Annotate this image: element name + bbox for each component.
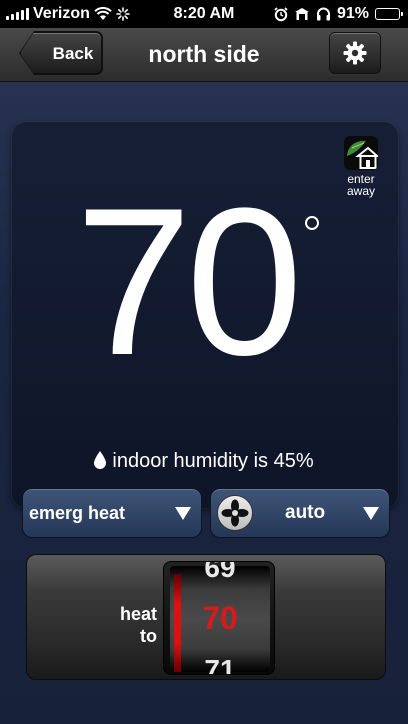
nav-bar: Back north side	[0, 28, 408, 82]
status-right: 91%	[274, 5, 403, 23]
mode-dropdown[interactable]: emerg heat	[22, 488, 202, 538]
heat-label-line-1: heat	[119, 604, 157, 624]
setpoint-roller[interactable]: 69 70 71	[163, 561, 275, 675]
degree-symbol	[305, 216, 319, 230]
fan-icon	[217, 495, 253, 531]
away-label-line-2: away	[346, 184, 375, 198]
chevron-down-icon	[363, 507, 379, 520]
gear-icon	[343, 41, 367, 65]
enter-away-button[interactable]: enter away	[342, 136, 380, 197]
roller-drum: 69 70 71	[170, 562, 270, 674]
setpoint-control: heat to 69 70 71	[26, 554, 386, 680]
heat-label-line-2: to	[140, 626, 157, 646]
battery-icon	[375, 8, 403, 20]
fan-selected: auto	[285, 502, 326, 523]
status-bar: Verizon 8:20 AM 91%	[0, 0, 408, 28]
setpoint-current: 70	[202, 600, 238, 636]
headphones-icon	[316, 7, 330, 21]
fan-dropdown[interactable]: auto	[210, 488, 390, 538]
thermostat-screen: 70 enter away indoor humidity is 45% eme…	[0, 82, 408, 724]
away-house-icon	[344, 136, 378, 170]
current-temperature: 70	[75, 164, 303, 399]
clock-icon	[294, 8, 309, 20]
setpoint-next[interactable]: 71	[170, 654, 270, 674]
settings-button[interactable]	[329, 32, 381, 74]
alarm-icon	[274, 6, 288, 21]
heat-to-label: heat to	[107, 603, 157, 647]
chevron-down-icon	[175, 507, 191, 520]
mode-selected: emerg heat	[29, 503, 126, 523]
water-drop-icon	[94, 451, 107, 469]
setpoint-previous[interactable]: 69	[170, 562, 270, 584]
humidity-readout: indoor humidity is 45%	[0, 450, 408, 473]
humidity-text: indoor humidity is 45%	[112, 450, 314, 472]
battery-percent: 91%	[336, 5, 369, 22]
